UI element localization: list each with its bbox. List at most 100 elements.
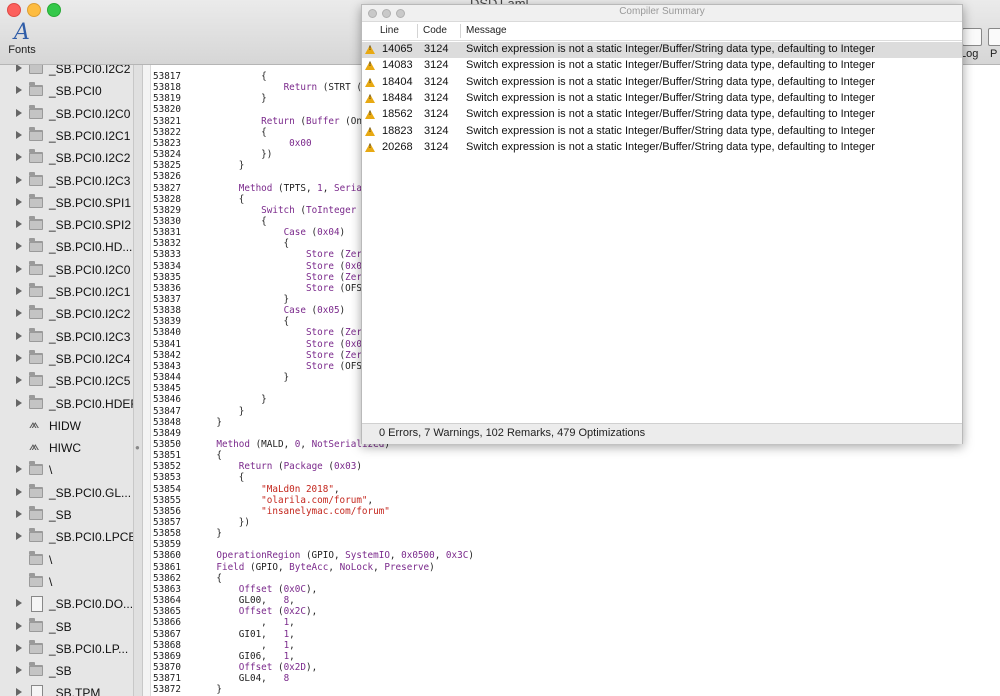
sidebar-tree-item[interactable]: _SB.PCI0.I2C3 bbox=[0, 171, 133, 193]
sidebar-tree-item[interactable]: _SB.PCI0.I2C3 bbox=[0, 327, 133, 349]
column-divider[interactable] bbox=[460, 24, 461, 38]
sidebar-scrollbar[interactable] bbox=[143, 65, 151, 696]
code-text: } bbox=[194, 160, 245, 171]
disclosure-triangle-icon[interactable] bbox=[16, 599, 22, 608]
warning-row[interactable]: ! 20268 3124 Switch expression is not a sta… bbox=[362, 140, 962, 156]
sidebar-tree-item[interactable]: _SB.PCI0 bbox=[0, 81, 133, 103]
sidebar-tree-item[interactable]: _SB.PCI0.SPI2 bbox=[0, 215, 133, 237]
sidebar-tree-item[interactable]: _SB.PCI0.LPCB bbox=[0, 527, 133, 549]
close-window-button[interactable] bbox=[7, 3, 21, 17]
disclosure-triangle-icon[interactable] bbox=[16, 376, 22, 385]
sidebar-tree-item[interactable]: _SB bbox=[0, 617, 133, 639]
sidebar-tree-item[interactable]: _SB.PCI0.HDEF bbox=[0, 394, 133, 416]
disclosure-triangle-icon[interactable] bbox=[16, 153, 22, 162]
warning-row[interactable]: ! 18562 3124 Switch expression is not a sta… bbox=[362, 107, 962, 123]
warning-row[interactable]: ! 14083 3124 Switch expression is not a sta… bbox=[362, 58, 962, 74]
sidebar-tree-item[interactable]: _SB.PCI0.I2C1 bbox=[0, 282, 133, 304]
disclosure-triangle-icon[interactable] bbox=[16, 175, 22, 184]
disclosure-triangle-icon[interactable] bbox=[16, 331, 22, 340]
disclosure-triangle-icon[interactable] bbox=[16, 465, 22, 474]
sidebar-tree-item[interactable]: _SB.TPM bbox=[0, 683, 133, 696]
disclosure-triangle-icon[interactable] bbox=[16, 353, 22, 362]
disclosure-triangle-icon[interactable] bbox=[16, 688, 22, 696]
disclosure-triangle-icon[interactable] bbox=[16, 510, 22, 518]
sidebar-tree-item[interactable]: _SB.PCI0.HD... bbox=[0, 237, 133, 259]
code-token: 0x2D bbox=[283, 661, 306, 673]
code-token: ) bbox=[429, 561, 435, 573]
folder-icon bbox=[29, 260, 43, 275]
p-button[interactable]: P bbox=[990, 48, 997, 60]
warning-row[interactable]: ! 14065 3124 Switch expression is not a sta… bbox=[362, 42, 962, 58]
folder-icon bbox=[29, 65, 43, 74]
warning-mark-icon: ! bbox=[369, 78, 371, 85]
disclosure-triangle-icon[interactable] bbox=[16, 197, 22, 206]
disclosure-triangle-icon[interactable] bbox=[16, 130, 22, 139]
sidebar-tree-item[interactable]: _SB bbox=[0, 505, 133, 527]
column-header-code[interactable]: Code bbox=[423, 25, 447, 36]
panel-titlebar[interactable]: Compiler Summary bbox=[362, 5, 962, 22]
folder-icon bbox=[29, 617, 43, 632]
line-number: 53818 bbox=[153, 82, 181, 94]
sidebar-tree-item[interactable]: ⩕ HIDW bbox=[0, 416, 133, 438]
code-line: 53867 GI01, 1, bbox=[151, 629, 295, 640]
sidebar-tree-item[interactable]: _SB.PCI0.I2C0 bbox=[0, 104, 133, 126]
code-token: ( bbox=[333, 260, 346, 272]
disclosure-triangle-icon[interactable] bbox=[16, 487, 22, 496]
sidebar-tree-item[interactable]: _SB.PCI0.SPI1 bbox=[0, 193, 133, 215]
sidebar-tree-item[interactable]: _SB.PCI0.I2C2 bbox=[0, 65, 133, 81]
line-number: 53847 bbox=[153, 405, 181, 417]
disclosure-triangle-icon[interactable] bbox=[16, 309, 22, 318]
sidebar-tree-item[interactable]: _SB bbox=[0, 661, 133, 683]
disclosure-triangle-icon[interactable] bbox=[16, 398, 22, 407]
sidebar-tree-item[interactable]: \ bbox=[0, 460, 133, 482]
disclosure-triangle-icon[interactable] bbox=[16, 287, 22, 295]
disclosure-triangle-icon[interactable] bbox=[16, 666, 22, 675]
sidebar-tree-item[interactable]: _SB.PCI0.I2C1 bbox=[0, 126, 133, 148]
disclosure-triangle-icon[interactable] bbox=[16, 220, 22, 229]
sidebar-tree-item[interactable]: ⩕ HIWC bbox=[0, 438, 133, 460]
sidebar-tree-item[interactable]: _SB.PCI0.DO... bbox=[0, 594, 133, 616]
disclosure-triangle-icon[interactable] bbox=[16, 264, 22, 273]
disclosure-triangle-icon[interactable] bbox=[16, 108, 22, 117]
column-header-message[interactable]: Message bbox=[466, 25, 507, 36]
sidebar-tree-item[interactable]: _SB.PCI0.I2C4 bbox=[0, 349, 133, 371]
code-token: Buffer bbox=[305, 115, 340, 127]
warning-row[interactable]: ! 18484 3124 Switch expression is not a sta… bbox=[362, 91, 962, 107]
fonts-button[interactable]: A Fonts bbox=[4, 22, 40, 57]
sidebar-tree-item[interactable]: _SB.PCI0.I2C0 bbox=[0, 260, 133, 282]
code-token: Preserve bbox=[384, 561, 430, 573]
folder-icon bbox=[29, 193, 43, 208]
disclosure-triangle-icon[interactable] bbox=[16, 643, 22, 652]
disclosure-triangle-icon[interactable] bbox=[16, 621, 22, 630]
sidebar-tree-item[interactable]: _SB.PCI0.LP... bbox=[0, 639, 133, 661]
sidebar-tree-item[interactable]: _SB.PCI0.I2C2 bbox=[0, 148, 133, 170]
disclosure-triangle-icon[interactable] bbox=[16, 242, 22, 251]
warning-message: Switch expression is not a static Intege… bbox=[466, 91, 875, 104]
sidebar-item-label: _SB.PCI0.I2C2 bbox=[49, 307, 131, 322]
sidebar-tree-item[interactable]: \ bbox=[0, 572, 133, 594]
sidebar-tree-item[interactable]: _SB.PCI0.I2C2 bbox=[0, 304, 133, 326]
code-text: , 1, bbox=[194, 617, 295, 628]
zoom-window-button[interactable] bbox=[47, 3, 61, 17]
line-number: 53836 bbox=[153, 282, 181, 294]
code-text: { bbox=[194, 450, 222, 461]
disclosure-triangle-icon[interactable] bbox=[16, 86, 22, 95]
disclosure-triangle-icon[interactable] bbox=[16, 532, 22, 541]
disclosure-triangle-icon[interactable] bbox=[16, 65, 22, 72]
minimize-window-button[interactable] bbox=[27, 3, 41, 17]
sidebar-tree-item[interactable]: \ bbox=[0, 550, 133, 572]
line-number: 53852 bbox=[153, 461, 181, 473]
column-header-line[interactable]: Line bbox=[380, 25, 399, 36]
warning-row[interactable]: ! 18404 3124 Switch expression is not a sta… bbox=[362, 75, 962, 91]
sidebar-item-label: HIDW bbox=[49, 418, 81, 433]
sidebar-tree-item[interactable]: _SB.PCI0.I2C5 bbox=[0, 371, 133, 393]
sidebar-tree-item[interactable]: _SB.PCI0.GL... bbox=[0, 483, 133, 505]
column-divider[interactable] bbox=[417, 24, 418, 38]
sidebar-splitter[interactable]: ● bbox=[134, 65, 143, 696]
line-number: 53868 bbox=[153, 639, 181, 651]
warning-row[interactable]: ! 18823 3124 Switch expression is not a sta… bbox=[362, 124, 962, 140]
code-token: , bbox=[322, 182, 334, 194]
